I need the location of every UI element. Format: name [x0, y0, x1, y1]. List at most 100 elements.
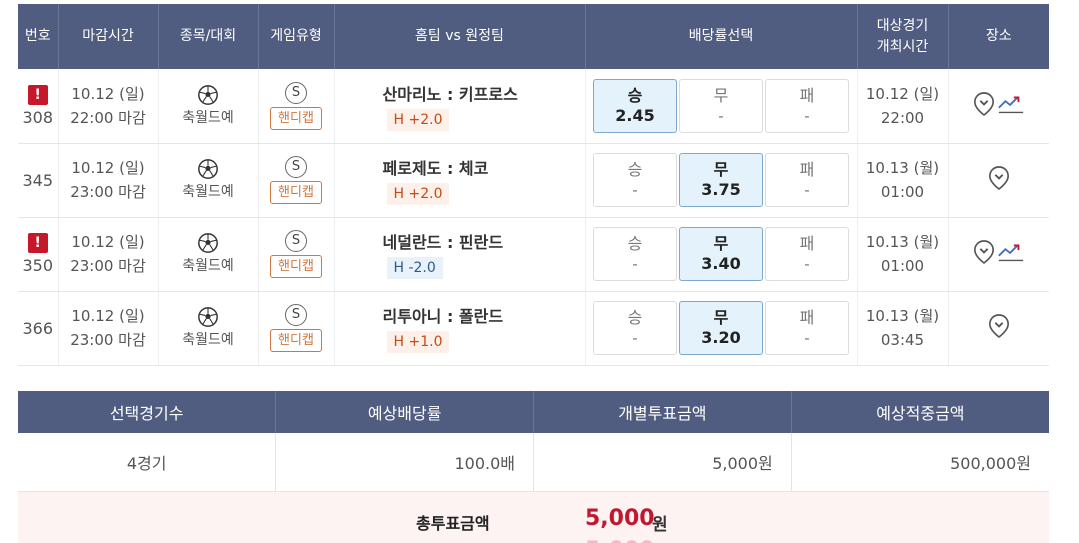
- odds-label: 패: [799, 308, 815, 327]
- odds-cell: 승 - 무 3.20 패 -: [585, 291, 858, 366]
- odds-button-draw[interactable]: 무 3.75: [679, 153, 763, 207]
- special-badge: S: [285, 230, 307, 252]
- match-time: 01:00: [880, 257, 925, 275]
- match-time: 03:45: [880, 331, 925, 349]
- odds-cell: 승 - 무 3.75 패 -: [585, 143, 858, 218]
- match-date: 10.13 (월): [865, 159, 940, 177]
- location-pin-icon[interactable]: [988, 313, 1010, 343]
- deadline-cell: 10.12 (일) 23:00 마감: [58, 217, 159, 292]
- location-pin-icon[interactable]: [973, 239, 995, 269]
- sport-label: 축월드예: [182, 184, 234, 200]
- odds-label: 승: [627, 160, 643, 179]
- odds-button-draw[interactable]: 무 3.20: [679, 301, 763, 355]
- row-number-cell: 345: [18, 143, 59, 218]
- teams-label: 리투아니 : 폴란드: [382, 307, 504, 326]
- odds-button-win[interactable]: 승-: [593, 153, 677, 207]
- deadline-cell: 10.12 (일) 22:00 마감: [58, 69, 159, 144]
- sport-label: 축월드예: [182, 332, 234, 348]
- trend-chart-icon[interactable]: [997, 241, 1025, 267]
- game-type-cell: S 핸디캡: [258, 143, 335, 218]
- odds-cell: 승 - 무 3.40 패 -: [585, 217, 858, 292]
- match-date-cell: 10.13 (월) 03:45: [857, 291, 949, 366]
- odds-value: 3.40: [701, 254, 741, 273]
- handicap-badge: 핸디캡: [270, 106, 322, 130]
- header-match-date-line2: 개최시간: [876, 38, 929, 55]
- match-time: 22:00: [880, 108, 925, 127]
- row-number-cell: ! 350: [18, 217, 59, 292]
- odds-button-lose[interactable]: 패-: [765, 153, 849, 207]
- odds-cell: 승 2.45 무 - 패 -: [585, 69, 858, 144]
- summary-header-bet-amount: 개별투표금액: [533, 391, 792, 433]
- summary-value-row: 4경기 100.0배 5,000원 500,000원: [18, 433, 1049, 492]
- venue-cell: [948, 291, 1049, 366]
- row-number-cell: ! 308: [18, 69, 59, 144]
- header-match-date-line1: 대상경기: [876, 17, 929, 34]
- odds-label: 패: [799, 85, 815, 105]
- odds-value: -: [632, 255, 638, 273]
- odds-label: 승: [627, 234, 643, 253]
- handicap-value: H +2.0: [386, 108, 450, 131]
- special-badge: S: [285, 304, 307, 326]
- odds-label: 무: [713, 234, 729, 253]
- odds-value: 2.45: [615, 105, 655, 125]
- odds-value: -: [718, 106, 724, 125]
- table-row: 345 10.12 (일) 23:00 마감 축월드예 S 핸디캡 페로제도 : 체코 H +…: [18, 143, 1049, 218]
- sport-label: 축월드예: [182, 109, 234, 126]
- header-teams: 홈팀 vs 원정팀: [334, 4, 586, 69]
- game-type-cell: S 핸디캡: [258, 291, 335, 366]
- row-number: 345: [22, 170, 54, 190]
- odds-value: -: [632, 181, 638, 199]
- summary-bet-amount: 5,000원: [533, 433, 792, 492]
- summary-table: 선택경기수 예상배당률 개별투표금액 예상적중금액 4경기 100.0배 5,0…: [18, 391, 1049, 492]
- match-table-wrapper: 번호 마감시간 종목/대회 게임유형 홈팀 vs 원정팀 배당률선택 대상경기 …: [18, 4, 1049, 366]
- odds-button-draw[interactable]: 무-: [679, 78, 763, 133]
- soccer-ball-icon: [197, 158, 219, 180]
- odds-button-lose[interactable]: 패-: [765, 301, 849, 355]
- odds-button-lose[interactable]: 패-: [765, 227, 849, 281]
- match-date-cell: 10.13 (월) 01:00: [857, 217, 949, 292]
- handicap-value: H +2.0: [386, 183, 450, 205]
- location-pin-icon[interactable]: [973, 91, 995, 121]
- sport-cell: 축월드예: [158, 291, 259, 366]
- handicap-badge: 핸디캡: [270, 181, 322, 204]
- odds-button-win[interactable]: 승-: [593, 301, 677, 355]
- deadline-cell: 10.12 (일) 23:00 마감: [58, 143, 159, 218]
- deadline-date: 10.12 (일): [71, 84, 145, 103]
- location-pin-icon[interactable]: [988, 165, 1010, 195]
- total-amount: 5,000: [585, 506, 655, 531]
- table-row: 366 10.12 (일) 23:00 마감 축월드예 S 핸디캡 리투아니 : 폴란드 H …: [18, 291, 1049, 366]
- odds-value: -: [804, 181, 810, 199]
- match-table: 번호 마감시간 종목/대회 게임유형 홈팀 vs 원정팀 배당률선택 대상경기 …: [18, 4, 1049, 366]
- row-number: 308: [22, 107, 54, 127]
- deadline-date: 10.12 (일): [71, 233, 145, 251]
- special-badge: S: [285, 81, 307, 104]
- game-type-cell: S 핸디캡: [258, 217, 335, 292]
- odds-button-lose[interactable]: 패-: [765, 78, 849, 133]
- game-type-cell: S 핸디캡: [258, 69, 335, 144]
- match-date-cell: 10.13 (월) 01:00: [857, 143, 949, 218]
- handicap-value: H -2.0: [386, 257, 443, 279]
- odds-value: -: [804, 329, 810, 347]
- handicap-badge: 핸디캡: [270, 329, 322, 352]
- trend-chart-icon[interactable]: [997, 93, 1025, 119]
- odds-button-win[interactable]: 승 2.45: [593, 78, 677, 133]
- odds-value: -: [804, 255, 810, 273]
- deadline-date: 10.12 (일): [71, 159, 145, 177]
- teams-cell: 리투아니 : 폴란드 H +1.0: [334, 291, 586, 366]
- sport-label: 축월드예: [182, 258, 234, 274]
- odds-button-win[interactable]: 승-: [593, 227, 677, 281]
- summary-odds: 100.0배: [275, 433, 534, 492]
- header-sport: 종목/대회: [158, 4, 259, 69]
- table-row: ! 308 10.12 (일) 22:00 마감 축월드예 S 핸디캡 산마리노 : 키프로스…: [18, 69, 1049, 144]
- odds-label: 승: [627, 308, 643, 327]
- table-header-row: 번호 마감시간 종목/대회 게임유형 홈팀 vs 원정팀 배당률선택 대상경기 …: [18, 4, 1049, 69]
- teams-cell: 산마리노 : 키프로스 H +2.0: [334, 69, 586, 144]
- handicap-value: H +1.0: [386, 331, 450, 353]
- odds-label: 무: [713, 85, 729, 105]
- match-date: 10.12 (일): [865, 84, 940, 103]
- odds-value: -: [804, 106, 810, 125]
- total-bar: 총투표금액 5,000 원 5,000: [18, 492, 1049, 543]
- soccer-ball-icon: [197, 232, 219, 254]
- odds-button-draw[interactable]: 무 3.40: [679, 227, 763, 281]
- odds-label: 패: [799, 234, 815, 253]
